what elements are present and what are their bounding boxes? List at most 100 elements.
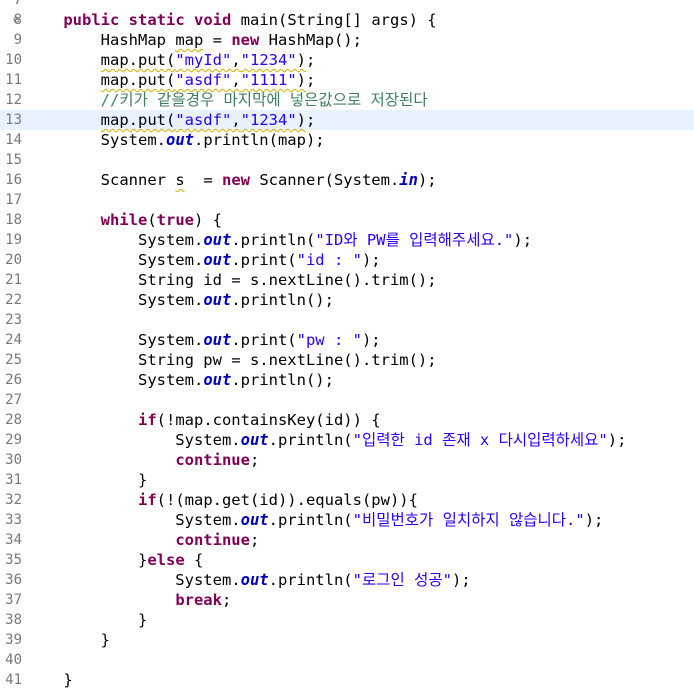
code-line[interactable]: 31 } (0, 470, 694, 490)
code-token: System. (26, 231, 204, 249)
line-number: 33 (5, 512, 22, 528)
line-number: 19 (5, 232, 22, 248)
code-token: HashMap(); (259, 31, 362, 49)
code-line[interactable]: 13 map.put("asdf","1234"); (0, 110, 694, 130)
code-line[interactable]: 18 while(true) { (0, 210, 694, 230)
code-text: if(!map.containsKey(id)) { (26, 410, 381, 430)
code-token: System. (26, 251, 204, 269)
code-text: } (26, 470, 147, 490)
code-token: ( (147, 211, 157, 229)
code-line[interactable]: 21 String id = s.nextLine().trim(); (0, 270, 694, 290)
code-text: System.out.println("입력한 id 존재 x 다시입력하세요"… (26, 430, 626, 450)
code-line[interactable]: 10 map.put("myId","1234"); (0, 50, 694, 70)
code-text: System.out.println("로그인 성공"); (26, 570, 471, 590)
code-line[interactable]: 34 continue; (0, 530, 694, 550)
code-text: System.out.print("pw : "); (26, 330, 381, 350)
string-token: "비밀번호가 일치하지 않습니다." (352, 511, 585, 529)
code-token: map.put( (100, 111, 176, 129)
code-line[interactable]: 32 if(!(map.get(id)).equals(pw)){ (0, 490, 694, 510)
code-token: .print( (231, 331, 297, 349)
line-number: 36 (5, 572, 22, 588)
line-number: 28 (5, 412, 22, 428)
code-token: System. (26, 131, 166, 149)
line-number: 24 (5, 332, 22, 348)
code-line[interactable]: 30 continue; (0, 450, 694, 470)
line-number: 11 (5, 72, 22, 88)
code-token: Scanner(System. (249, 171, 400, 189)
code-line[interactable]: 20 System.out.print("id : "); (0, 250, 694, 270)
code-token: System. (26, 371, 204, 389)
code-line[interactable]: 36 System.out.println("로그인 성공"); (0, 570, 694, 590)
code-text: }else { (26, 550, 203, 570)
code-line[interactable]: 8 ⊖ public static void main(String[] args… (0, 10, 694, 30)
code-line[interactable]: 11 map.put("asdf","1111"); (0, 70, 694, 90)
code-line[interactable]: 35 }else { (0, 550, 694, 570)
code-line[interactable]: 28 if(!map.containsKey(id)) { (0, 410, 694, 430)
field-token: out (203, 291, 232, 309)
code-line[interactable]: 39 } (0, 630, 694, 650)
keyword-token: break (175, 591, 222, 609)
code-token: Scanner (26, 171, 176, 189)
code-line[interactable]: 40 (0, 650, 694, 670)
code-text: System.out.print("id : "); (26, 250, 381, 270)
code-line[interactable]: 7 (0, 0, 694, 10)
code-line[interactable]: 12 //키가 같을경우 마지막에 넣은값으로 저장된다 (0, 90, 694, 110)
code-text: } (26, 610, 147, 630)
code-line[interactable]: 38 } (0, 610, 694, 630)
code-text: public static void main(String[] args) { (26, 10, 436, 30)
fold-toggle-icon[interactable]: ⊖ (13, 10, 25, 30)
line-number: 35 (5, 552, 22, 568)
line-number: 22 (5, 292, 22, 308)
code-line[interactable]: 25 String pw = s.nextLine().trim(); (0, 350, 694, 370)
code-line[interactable]: 29 System.out.println("입력한 id 존재 x 다시입력하… (0, 430, 694, 450)
code-line[interactable]: 19 System.out.println("ID와 PW를 입력해주세요.")… (0, 230, 694, 250)
code-text: } (26, 670, 72, 690)
code-token: System. (26, 431, 241, 449)
code-line[interactable]: 14 System.out.println(map); (0, 130, 694, 150)
code-line[interactable]: 16 Scanner s = new Scanner(System.in); (0, 170, 694, 190)
code-token: ); (607, 431, 627, 449)
code-line[interactable]: 23 (0, 310, 694, 330)
code-line[interactable]: 15 (0, 150, 694, 170)
code-text: map.put("asdf","1234"); (26, 110, 316, 130)
code-line[interactable]: 17 (0, 190, 694, 210)
code-token: .println( (268, 431, 353, 449)
line-number: 15 (5, 152, 22, 168)
code-line[interactable]: 41 } (0, 670, 694, 690)
code-text: System.out.println("비밀번호가 일치하지 않습니다."); (26, 510, 603, 530)
code-line[interactable]: 24 System.out.print("pw : "); (0, 330, 694, 350)
line-number: 34 (5, 532, 22, 548)
code-line[interactable]: 22 System.out.println(); (0, 290, 694, 310)
code-token: System. (26, 571, 241, 589)
code-token: .print( (231, 251, 297, 269)
string-token: "1111" (240, 71, 297, 89)
code-token: String pw = s.nextLine().trim(); (26, 351, 437, 369)
code-text: Scanner s = new Scanner(System.in); (26, 170, 437, 190)
code-line[interactable]: 37 break; (0, 590, 694, 610)
code-line[interactable]: 33 System.out.println("비밀번호가 일치하지 않습니다."… (0, 510, 694, 530)
code-text: while(true) { (26, 210, 222, 230)
line-number: 17 (5, 192, 22, 208)
code-token: , (231, 111, 241, 129)
code-token: ); (361, 331, 381, 349)
code-line[interactable]: 27 (0, 390, 694, 410)
code-token: .println(); (231, 291, 334, 309)
line-number: 32 (5, 492, 22, 508)
code-editor[interactable]: 7 8 ⊖ public static void main(String[] arg… (0, 0, 694, 690)
code-token: String id = s.nextLine().trim(); (26, 271, 437, 289)
line-number: 14 (5, 132, 22, 148)
code-line[interactable]: 9 HashMap map = new HashMap(); (0, 30, 694, 50)
keyword-token: new (221, 171, 250, 189)
code-token: ); (451, 571, 471, 589)
keyword-token: true (156, 211, 194, 229)
code-line[interactable]: 26 System.out.println(); (0, 370, 694, 390)
code-token: .println( (231, 231, 316, 249)
code-token: ); (584, 511, 604, 529)
code-token: , (231, 71, 241, 89)
field-token: out (203, 371, 232, 389)
code-text: //키가 같을경우 마지막에 넣은값으로 저장된다 (26, 90, 428, 110)
